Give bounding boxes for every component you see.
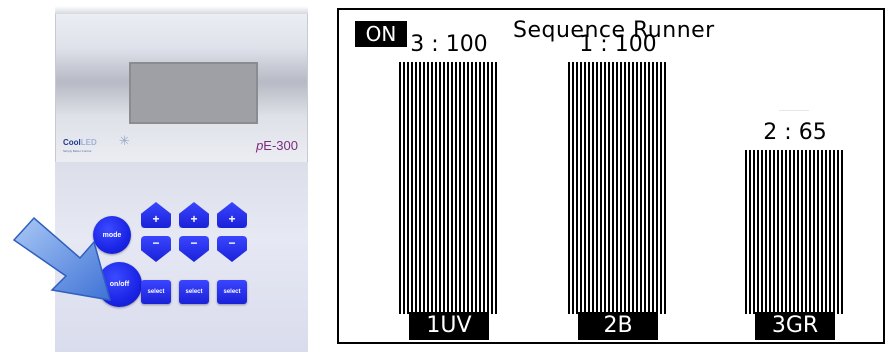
lcd-display: ON Sequence Runner 3 : 100 1UV 1 : 100 2B 2 … xyxy=(337,8,885,344)
channel-bar-2b xyxy=(568,62,668,314)
channel-value-3gr: 2 : 65 xyxy=(763,120,827,145)
channel-2-select-button[interactable]: select xyxy=(179,280,209,304)
device-top-rim xyxy=(55,6,308,14)
channel-bar-3gr xyxy=(745,150,845,314)
channel-bar-1uv xyxy=(399,62,499,314)
channel-1-select-button[interactable]: select xyxy=(141,280,171,304)
channel-3-select-button[interactable]: select xyxy=(217,280,247,304)
channel-value-2b: 1 : 100 xyxy=(579,32,657,57)
brand-name: Cool xyxy=(63,138,81,147)
brand-suffix: LED xyxy=(80,138,97,147)
faint-marker xyxy=(779,110,809,111)
brand-logo: CoolLED xyxy=(63,138,97,147)
starburst-icon: ✳ xyxy=(119,134,130,149)
channel-name-2b: 2B xyxy=(578,312,658,340)
channel-name-3gr: 3GR xyxy=(755,312,835,340)
channel-name-1uv: 1UV xyxy=(409,312,489,340)
model-name: pE-300 xyxy=(256,138,298,153)
brand-tagline: Simply Better Control xyxy=(63,149,92,153)
channel-value-1uv: 3 : 100 xyxy=(410,32,488,57)
device-screen xyxy=(129,62,258,124)
pointer-arrow-icon xyxy=(12,216,112,301)
